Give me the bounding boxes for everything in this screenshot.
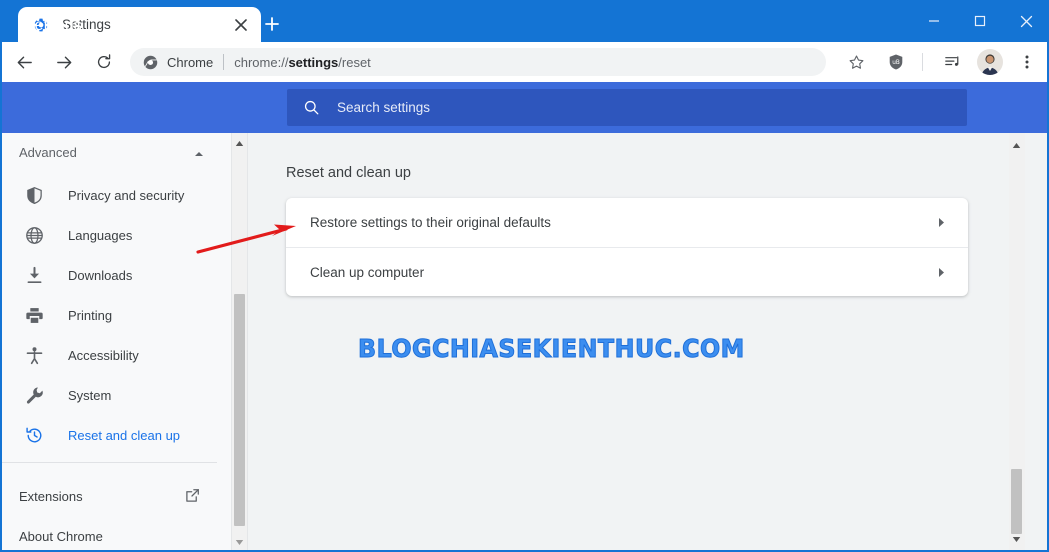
scroll-up-icon[interactable] bbox=[232, 135, 247, 151]
sidebar-item-extensions[interactable]: Extensions bbox=[0, 478, 217, 514]
svg-text:uB: uB bbox=[892, 60, 900, 66]
external-link-icon bbox=[184, 487, 201, 504]
reload-icon[interactable] bbox=[88, 46, 120, 78]
row-clean-up-computer[interactable]: Clean up computer bbox=[286, 247, 968, 296]
sidebar-advanced-label: Advanced bbox=[19, 144, 77, 160]
omnibox-separator bbox=[223, 54, 225, 70]
new-tab-button[interactable] bbox=[258, 10, 286, 38]
url-prefix: chrome:// bbox=[234, 54, 289, 70]
omnibox-chip-label: Chrome bbox=[167, 54, 214, 70]
settings-sidebar: Advanced Privacy and security Languages … bbox=[0, 133, 232, 552]
sidebar-item-label: Printing bbox=[68, 307, 113, 323]
url-path: /reset bbox=[338, 54, 371, 70]
sidebar-item-label: Extensions bbox=[19, 488, 83, 504]
chevron-right-icon bbox=[934, 265, 948, 279]
chrome-logo-icon bbox=[142, 54, 158, 70]
sidebar-item-privacy-and-security[interactable]: Privacy and security bbox=[0, 175, 231, 215]
sidebar-item-downloads[interactable]: Downloads bbox=[0, 255, 231, 295]
sidebar-item-accessibility[interactable]: Accessibility bbox=[0, 335, 231, 375]
history-restore-icon bbox=[24, 425, 44, 445]
page-title: Settings bbox=[24, 17, 82, 34]
sidebar-item-label: System bbox=[68, 387, 112, 403]
search-settings-input[interactable]: Search settings bbox=[287, 89, 967, 126]
sidebar-scrollbar-thumb[interactable] bbox=[234, 294, 245, 526]
search-icon bbox=[301, 98, 321, 118]
sidebar-divider bbox=[0, 462, 217, 463]
printer-icon bbox=[24, 305, 44, 325]
globe-icon bbox=[24, 225, 44, 245]
url-host: settings bbox=[288, 54, 339, 70]
chrome-menu-icon[interactable] bbox=[1011, 46, 1043, 78]
scroll-down-icon[interactable] bbox=[232, 534, 247, 550]
window-controls bbox=[911, 0, 1049, 42]
sidebar-item-label: Privacy and security bbox=[68, 187, 185, 203]
wrench-icon bbox=[24, 385, 44, 405]
main-scrollbar[interactable] bbox=[1009, 133, 1025, 552]
sidebar-item-label: Reset and clean up bbox=[68, 427, 181, 443]
chrome-settings-window: Settings Chrome chrome://settings/reset … bbox=[0, 0, 1049, 552]
close-window-button[interactable] bbox=[1003, 0, 1049, 42]
omnibox-url: chrome://settings/reset bbox=[234, 55, 371, 70]
media-control-icon[interactable] bbox=[937, 46, 969, 78]
tab-strip: Settings bbox=[0, 0, 890, 42]
watermark-text: BLOGCHIASEKIENTHUC.COM bbox=[358, 334, 745, 364]
toolbar-right-actions: uB bbox=[832, 46, 1049, 78]
close-icon[interactable] bbox=[231, 15, 251, 35]
sidebar-item-label: About Chrome bbox=[19, 528, 103, 544]
tab-title: Settings bbox=[62, 17, 111, 32]
sidebar-item-label: Downloads bbox=[68, 267, 133, 283]
sidebar-item-label: Accessibility bbox=[68, 347, 139, 363]
section-title: Reset and clean up bbox=[286, 165, 411, 181]
main-scrollbar-thumb[interactable] bbox=[1011, 469, 1022, 534]
shield-icon bbox=[24, 185, 44, 205]
sidebar-item-system[interactable]: System bbox=[0, 375, 231, 415]
sidebar-item-label: Languages bbox=[68, 227, 133, 243]
sidebar-advanced-toggle[interactable]: Advanced bbox=[0, 137, 217, 167]
row-label: Clean up computer bbox=[310, 264, 425, 280]
sidebar-scrollbar[interactable] bbox=[232, 133, 248, 552]
minimize-button[interactable] bbox=[911, 0, 957, 42]
reset-options-card: Restore settings to their original defau… bbox=[286, 198, 968, 296]
avatar[interactable] bbox=[977, 49, 1003, 75]
accessibility-icon bbox=[24, 345, 44, 365]
sidebar-item-reset-and-clean-up[interactable]: Reset and clean up bbox=[0, 415, 231, 455]
toolbar-divider bbox=[922, 53, 923, 71]
maximize-button[interactable] bbox=[957, 0, 1003, 42]
sidebar-item-languages[interactable]: Languages bbox=[0, 215, 231, 255]
bookmark-star-icon[interactable] bbox=[840, 46, 872, 78]
browser-toolbar: Chrome chrome://settings/reset uB bbox=[0, 42, 1049, 82]
row-label: Restore settings to their original defau… bbox=[310, 215, 551, 230]
search-placeholder: Search settings bbox=[337, 100, 431, 115]
row-restore-settings[interactable]: Restore settings to their original defau… bbox=[286, 198, 968, 247]
sidebar-item-printing[interactable]: Printing bbox=[0, 295, 231, 335]
sidebar-nav-list: Privacy and security Languages Downloads… bbox=[0, 175, 231, 455]
chevron-up-icon bbox=[193, 147, 205, 159]
address-bar[interactable]: Chrome chrome://settings/reset bbox=[130, 48, 826, 76]
sidebar-item-about-chrome[interactable]: About Chrome bbox=[0, 518, 217, 552]
title-bar: Settings bbox=[0, 0, 1049, 42]
chevron-right-icon bbox=[934, 216, 948, 230]
scroll-down-icon[interactable] bbox=[1012, 530, 1021, 548]
scroll-up-icon[interactable] bbox=[1012, 136, 1021, 154]
ublock-shield-icon[interactable]: uB bbox=[880, 46, 912, 78]
download-icon bbox=[24, 265, 44, 285]
